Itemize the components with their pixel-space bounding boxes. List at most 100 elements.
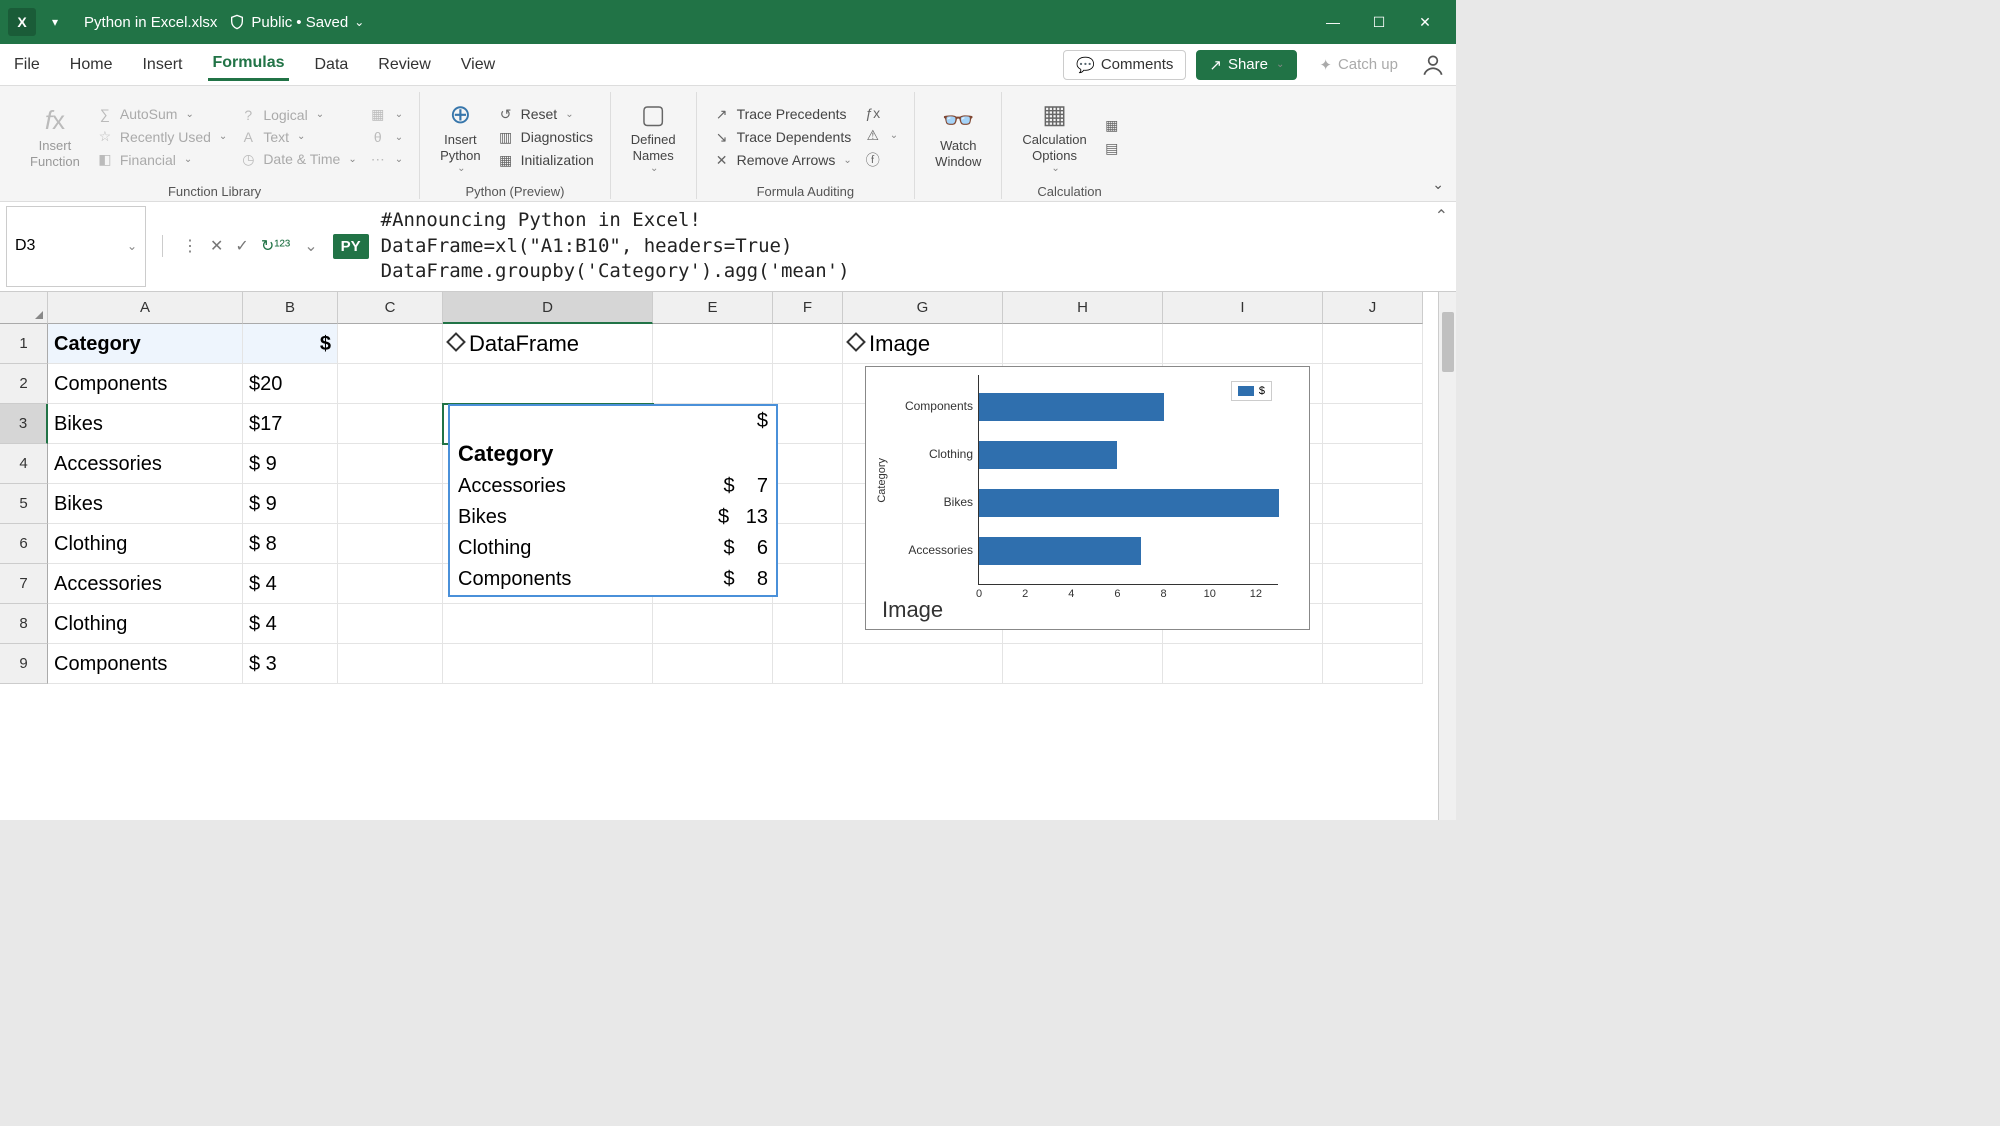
logical-button[interactable]: ?Logical⌄ bbox=[235, 105, 360, 125]
cell[interactable]: Components bbox=[48, 644, 243, 684]
defined-names-button[interactable]: ▢Defined Names⌄ bbox=[623, 92, 684, 182]
comments-button[interactable]: 💬Comments bbox=[1063, 50, 1186, 80]
maximize-button[interactable]: ☐ bbox=[1356, 0, 1402, 44]
select-all-corner[interactable] bbox=[0, 292, 48, 324]
row-header[interactable]: 3 bbox=[0, 404, 48, 444]
more-functions-button[interactable]: ⋯⌄ bbox=[365, 149, 407, 170]
cell[interactable]: Accessories bbox=[48, 444, 243, 484]
row-header[interactable]: 9 bbox=[0, 644, 48, 684]
row-header[interactable]: 5 bbox=[0, 484, 48, 524]
evaluate-formula-button[interactable]: ⓕ bbox=[860, 148, 902, 172]
cell[interactable]: $20 bbox=[243, 364, 338, 404]
calc-sheet-button[interactable]: ▤ bbox=[1099, 138, 1125, 159]
math-trig-button[interactable]: θ⌄ bbox=[365, 127, 407, 147]
row-header[interactable]: 1 bbox=[0, 324, 48, 364]
cell[interactable]: Category bbox=[48, 324, 243, 364]
vertical-scrollbar[interactable] bbox=[1438, 292, 1456, 820]
row-header[interactable]: 4 bbox=[0, 444, 48, 484]
error-checking-button[interactable]: ⚠⌄ bbox=[860, 125, 902, 146]
text-button[interactable]: AText⌄ bbox=[235, 127, 360, 147]
cell[interactable]: $ 3 bbox=[243, 644, 338, 684]
autosum-button[interactable]: ∑AutoSum⌄ bbox=[92, 104, 231, 124]
recently-used-button[interactable]: ☆Recently Used⌄ bbox=[92, 126, 231, 147]
python-output-icon[interactable]: ↻¹²³ bbox=[258, 236, 293, 256]
remove-arrows-button[interactable]: ✕Remove Arrows⌄ bbox=[709, 150, 856, 171]
initialization-button[interactable]: ▦Initialization bbox=[493, 150, 598, 171]
tab-view[interactable]: View bbox=[457, 50, 499, 80]
name-box[interactable]: D3⌄ bbox=[6, 206, 146, 287]
spreadsheet-grid[interactable]: A B C D E F G H I J 1 Category $ DataFra… bbox=[0, 292, 1438, 820]
tab-file[interactable]: File bbox=[10, 50, 44, 80]
col-header-C[interactable]: C bbox=[338, 292, 443, 324]
cell[interactable] bbox=[1163, 324, 1323, 364]
row-header[interactable]: 2 bbox=[0, 364, 48, 404]
col-header-E[interactable]: E bbox=[653, 292, 773, 324]
minimize-button[interactable]: — bbox=[1310, 0, 1356, 44]
col-header-F[interactable]: F bbox=[773, 292, 843, 324]
calc-now-button[interactable]: ▦ bbox=[1099, 115, 1125, 136]
sensitivity-label[interactable]: Public bbox=[251, 14, 292, 31]
expand-formula-bar-icon[interactable]: ⌃ bbox=[1427, 202, 1456, 291]
calc-options-button[interactable]: ▦Calculation Options⌄ bbox=[1014, 92, 1094, 182]
col-header-H[interactable]: H bbox=[1003, 292, 1163, 324]
collapse-ribbon-icon[interactable]: ⌄ bbox=[1432, 176, 1444, 193]
tab-home[interactable]: Home bbox=[66, 50, 117, 80]
close-button[interactable]: ✕ bbox=[1402, 0, 1448, 44]
watch-window-button[interactable]: 👓Watch Window bbox=[927, 92, 989, 182]
tab-data[interactable]: Data bbox=[311, 50, 353, 80]
more-icon[interactable]: ⋮ bbox=[179, 236, 201, 256]
scrollbar-thumb[interactable] bbox=[1442, 312, 1454, 372]
cell[interactable] bbox=[1003, 324, 1163, 364]
cell[interactable]: $ 4 bbox=[243, 604, 338, 644]
col-header-B[interactable]: B bbox=[243, 292, 338, 324]
cell[interactable] bbox=[1323, 324, 1423, 364]
save-status-dropdown-icon[interactable]: ⌄ bbox=[354, 15, 364, 29]
cell[interactable] bbox=[653, 324, 773, 364]
cell[interactable]: $ 9 bbox=[243, 484, 338, 524]
row-header[interactable]: 7 bbox=[0, 564, 48, 604]
tab-review[interactable]: Review bbox=[374, 50, 434, 80]
chevron-down-icon[interactable]: ⌄ bbox=[301, 236, 320, 256]
cell[interactable]: $ 9 bbox=[243, 444, 338, 484]
cell[interactable]: Accessories bbox=[48, 564, 243, 604]
cell[interactable] bbox=[338, 324, 443, 364]
insert-function-button[interactable]: fxInsert Function bbox=[22, 92, 88, 182]
tab-formulas[interactable]: Formulas bbox=[208, 48, 288, 81]
cell[interactable]: $ 4 bbox=[243, 564, 338, 604]
col-header-G[interactable]: G bbox=[843, 292, 1003, 324]
insert-python-button[interactable]: ⊕Insert Python⌄ bbox=[432, 92, 488, 182]
col-header-J[interactable]: J bbox=[1323, 292, 1423, 324]
cell[interactable]: $17 bbox=[243, 404, 338, 444]
enter-icon[interactable]: ✓ bbox=[232, 236, 251, 256]
formula-input[interactable]: #Announcing Python in Excel! DataFrame=x… bbox=[369, 202, 1427, 291]
trace-precedents-button[interactable]: ↗Trace Precedents bbox=[709, 104, 856, 125]
financial-button[interactable]: ◧Financial⌄ bbox=[92, 149, 231, 170]
row-header[interactable]: 6 bbox=[0, 524, 48, 564]
cell[interactable]: Bikes bbox=[48, 484, 243, 524]
cell[interactable]: Components bbox=[48, 364, 243, 404]
cell[interactable]: Clothing bbox=[48, 524, 243, 564]
share-button[interactable]: ↗Share⌄ bbox=[1196, 50, 1297, 80]
tab-insert[interactable]: Insert bbox=[138, 50, 186, 80]
col-header-D[interactable]: D bbox=[443, 292, 653, 324]
dataframe-spill-card[interactable]: $ Category Accessories$ 7 Bikes$ 13 Clot… bbox=[448, 404, 778, 597]
cancel-icon[interactable]: ✕ bbox=[207, 236, 226, 256]
document-name[interactable]: Python in Excel.xlsx bbox=[84, 14, 217, 31]
col-header-I[interactable]: I bbox=[1163, 292, 1323, 324]
row-header[interactable]: 8 bbox=[0, 604, 48, 644]
reset-button[interactable]: ↺Reset⌄ bbox=[493, 104, 598, 125]
cell[interactable]: $ 8 bbox=[243, 524, 338, 564]
cell[interactable]: DataFrame bbox=[443, 324, 653, 364]
diagnostics-button[interactable]: ▥Diagnostics bbox=[493, 127, 598, 148]
cell[interactable]: Clothing bbox=[48, 604, 243, 644]
catch-up-button[interactable]: ✦Catch up bbox=[1307, 51, 1410, 79]
show-formulas-button[interactable]: ƒx bbox=[860, 103, 902, 123]
date-time-button[interactable]: ◷Date & Time⌄ bbox=[235, 149, 360, 170]
cell[interactable] bbox=[773, 324, 843, 364]
user-avatar-icon[interactable] bbox=[1420, 52, 1446, 78]
image-chart-card[interactable]: Category $ ComponentsClothingBikesAccess… bbox=[865, 366, 1310, 630]
trace-dependents-button[interactable]: ↘Trace Dependents bbox=[709, 127, 856, 148]
col-header-A[interactable]: A bbox=[48, 292, 243, 324]
lookup-ref-button[interactable]: ▦⌄ bbox=[365, 104, 407, 125]
cell[interactable]: Bikes bbox=[48, 404, 243, 444]
